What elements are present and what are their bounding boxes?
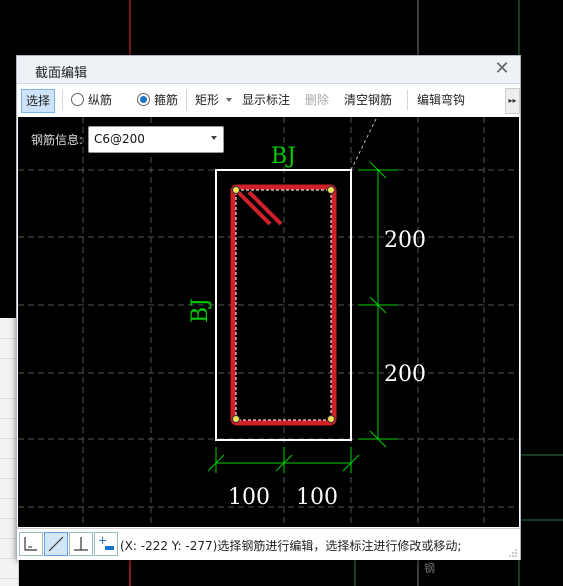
section-drawing: BJ BJ 200 200 100 100 — [18, 117, 519, 527]
corner-bar — [232, 186, 240, 194]
longitudinal-label: 纵筋 — [88, 93, 113, 107]
line-mode-glyph — [48, 536, 64, 552]
rebar-info-label: 钢筋信息: — [31, 133, 84, 147]
dialog-title: 截面编辑 — [35, 66, 88, 81]
stirrup-radio[interactable]: 箍筋 — [137, 89, 178, 111]
perpendicular-mode-glyph — [74, 537, 88, 551]
section-edit-dialog: 截面编辑 ✕ 选择 纵筋 箍筋 矩形 显示标注 删除 清空钢筋 编辑弯钩 ▸▸ — [16, 55, 521, 560]
shape-label: 矩形 — [195, 93, 220, 107]
resize-grip-icon[interactable] — [509, 549, 517, 557]
close-icon[interactable]: ✕ — [492, 59, 512, 79]
line-mode-icon[interactable] — [44, 532, 68, 556]
delete-button[interactable]: 删除 — [305, 89, 329, 111]
corner-text: 钢 — [424, 562, 435, 575]
toolbar: 选择 纵筋 箍筋 矩形 显示标注 删除 清空钢筋 编辑弯钩 ▸▸ — [17, 84, 520, 116]
dim-bottom-left: 100 — [228, 485, 270, 510]
corner-bar — [327, 186, 335, 194]
drawing-canvas[interactable]: BJ BJ 200 200 100 100 钢筋信息: C6@200 — [18, 117, 519, 527]
top-label: BJ — [271, 144, 296, 169]
corner-bar — [327, 415, 335, 423]
dim-bottom-right: 100 — [296, 485, 338, 510]
status-bar: + (X: -222 Y: -277)选择钢筋进行编辑，选择标注进行修改或移动; — [17, 528, 520, 560]
corner-bar — [232, 415, 240, 423]
clear-rebar-button[interactable]: 清空钢筋 — [344, 89, 392, 111]
dim-right-top: 200 — [384, 228, 426, 253]
edit-hook-button[interactable]: 编辑弯钩 — [417, 89, 465, 111]
shape-dropdown[interactable]: 矩形 — [195, 89, 232, 111]
chevron-down-icon — [225, 98, 232, 102]
toolbar-separator — [186, 90, 187, 110]
select-button[interactable]: 选择 — [21, 89, 56, 113]
ortho-mode-icon[interactable] — [19, 532, 43, 556]
stirrup-label: 箍筋 — [154, 93, 179, 107]
svg-text:+: + — [98, 534, 107, 547]
toolbar-separator — [407, 90, 408, 110]
rebar-info-value: C6@200 — [94, 132, 145, 146]
toolbar-overflow-icon[interactable]: ▸▸ — [505, 88, 520, 114]
radio-unchecked-icon — [71, 93, 84, 106]
dialog-titlebar[interactable]: 截面编辑 ✕ — [17, 56, 520, 84]
chevron-down-icon — [211, 136, 217, 140]
show-dimension-button[interactable]: 显示标注 — [242, 89, 290, 111]
longitudinal-radio[interactable]: 纵筋 — [71, 89, 112, 111]
status-message: (X: -222 Y: -277)选择钢筋进行编辑，选择标注进行修改或移动; — [120, 539, 462, 553]
panel-row — [0, 558, 18, 579]
toolbar-separator — [62, 90, 63, 110]
ortho-mode-glyph — [24, 537, 37, 551]
grid-lines — [18, 117, 519, 527]
perpendicular-mode-icon[interactable] — [69, 532, 93, 556]
leader-line — [350, 118, 377, 171]
rebar-info-select[interactable]: C6@200 — [88, 126, 224, 153]
add-point-glyph: + — [98, 534, 114, 550]
dim-right-bottom: 200 — [384, 362, 426, 387]
add-point-icon[interactable]: + — [94, 532, 118, 556]
right-dimension — [358, 161, 398, 448]
radio-checked-icon — [137, 93, 150, 106]
bottom-dimension — [207, 447, 360, 473]
left-label: BJ — [188, 298, 213, 323]
